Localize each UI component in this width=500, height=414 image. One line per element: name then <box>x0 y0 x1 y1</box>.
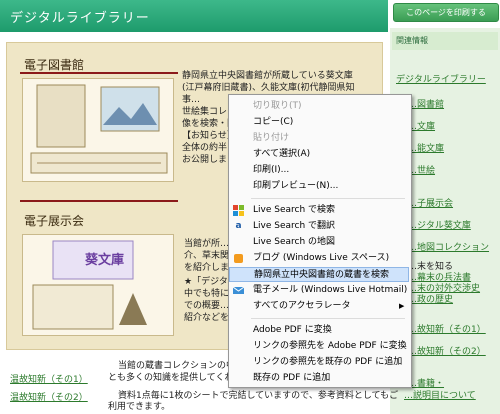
menu-item-hotmail[interactable]: 電子メール (Windows Live Hotmail) <box>229 283 409 298</box>
sidebar-item-history[interactable]: …政の歴史 <box>408 292 453 305</box>
library-text-line: (江戸幕府旧蔵書)、久能文庫(初代静岡県知 <box>182 83 355 93</box>
sidebar-item-about[interactable]: …説明目について <box>404 388 476 401</box>
sidebar-item-digital-library[interactable]: デジタルライブラリー <box>396 72 486 85</box>
sidebar-item-onko-2[interactable]: …故知新（その2） <box>408 344 486 357</box>
menu-separator <box>251 318 405 319</box>
sidebar-item-digital-aoi[interactable]: …ジタル葵文庫 <box>408 218 471 231</box>
translate-icon: a <box>235 221 242 231</box>
menu-item-library-search[interactable]: 静岡県立中央図書館の蔵書を検索 <box>229 267 409 282</box>
menu-item-live-search[interactable]: Live Search で検索 <box>229 203 409 218</box>
section-divider <box>20 200 178 202</box>
menu-item-adobe-append[interactable]: 既存の PDF に追加 <box>229 371 409 386</box>
menu-item-all-accelerators[interactable]: すべてのアクセラレータ ▶ <box>229 299 409 314</box>
page-title: デジタルライブラリー <box>10 11 150 26</box>
sidebar-heading: 関連情報 <box>392 32 498 50</box>
menu-item-print-preview[interactable]: 印刷プレビュー(N)... <box>229 179 409 194</box>
sidebar-item-exhibition[interactable]: …子展示会 <box>408 196 453 209</box>
sidebar-item-maps[interactable]: …地図コレクション <box>408 240 489 253</box>
print-page-button[interactable]: このページを印刷する <box>393 3 499 22</box>
sidebar-item-ukiyoe[interactable]: …世絵 <box>408 163 435 176</box>
exhibition-thumbnail[interactable]: 葵文庫 <box>22 234 174 336</box>
mail-icon <box>232 285 245 296</box>
menu-item-adobe-link-append[interactable]: リンクの参照先を既存の PDF に追加 <box>229 355 409 370</box>
menu-item-cut[interactable]: 切り取り(T) <box>229 99 409 114</box>
onko-chishin-1-link[interactable]: 温故知新（その1） <box>10 372 88 385</box>
exhibition-text-line: 当館が所… <box>184 239 230 249</box>
section-title-exhibition: 電子展示会 <box>24 214 85 228</box>
onko-text-line: 利用できます。 <box>108 402 171 412</box>
menu-item-blog[interactable]: ブログ (Windows Live スペース) <box>229 251 409 266</box>
blog-icon <box>233 253 244 264</box>
menu-item-live-map[interactable]: Live Search の地図 <box>229 235 409 250</box>
onko-chishin-2-link[interactable]: 温故知新（その2） <box>10 390 88 403</box>
sidebar-item-onko-1[interactable]: …故知新（その1） <box>408 322 486 335</box>
windows-icon <box>233 205 244 216</box>
menu-item-adobe-convert[interactable]: Adobe PDF に変換 <box>229 323 409 338</box>
menu-item-paste[interactable]: 貼り付け <box>229 131 409 146</box>
sidebar-item-kuno-bunko[interactable]: …能文庫 <box>408 141 444 154</box>
section-title-library: 電子図書館 <box>24 58 85 72</box>
menu-item-live-translate[interactable]: a Live Search で翻訳 <box>229 219 409 234</box>
menu-item-copy[interactable]: コピー(C) <box>229 115 409 130</box>
exhibition-text-line: での概要… <box>184 301 230 311</box>
menu-item-select-all[interactable]: すべて選択(A) <box>229 147 409 162</box>
sidebar-item-bunko[interactable]: …文庫 <box>408 119 435 132</box>
section-divider <box>20 72 178 74</box>
library-thumbnail[interactable] <box>22 78 174 182</box>
menu-separator <box>251 198 405 199</box>
menu-item-print[interactable]: 印刷(I)... <box>229 163 409 178</box>
library-text-line: 事… <box>182 95 201 105</box>
context-menu: 切り取り(T) コピー(C) 貼り付け すべて選択(A) 印刷(I)... 印刷… <box>228 94 412 388</box>
library-text-line: 静岡県立中央図書館が所蔵している葵文庫 <box>182 71 353 81</box>
library-thumbnail-image <box>30 84 168 174</box>
submenu-arrow-icon: ▶ <box>399 302 405 310</box>
menu-item-adobe-link-convert[interactable]: リンクの参照先を Adobe PDF に変換 <box>229 339 409 354</box>
sidebar-item-library[interactable]: …図書館 <box>408 97 444 110</box>
exhibition-thumbnail-caption: 葵文庫 <box>85 253 125 268</box>
